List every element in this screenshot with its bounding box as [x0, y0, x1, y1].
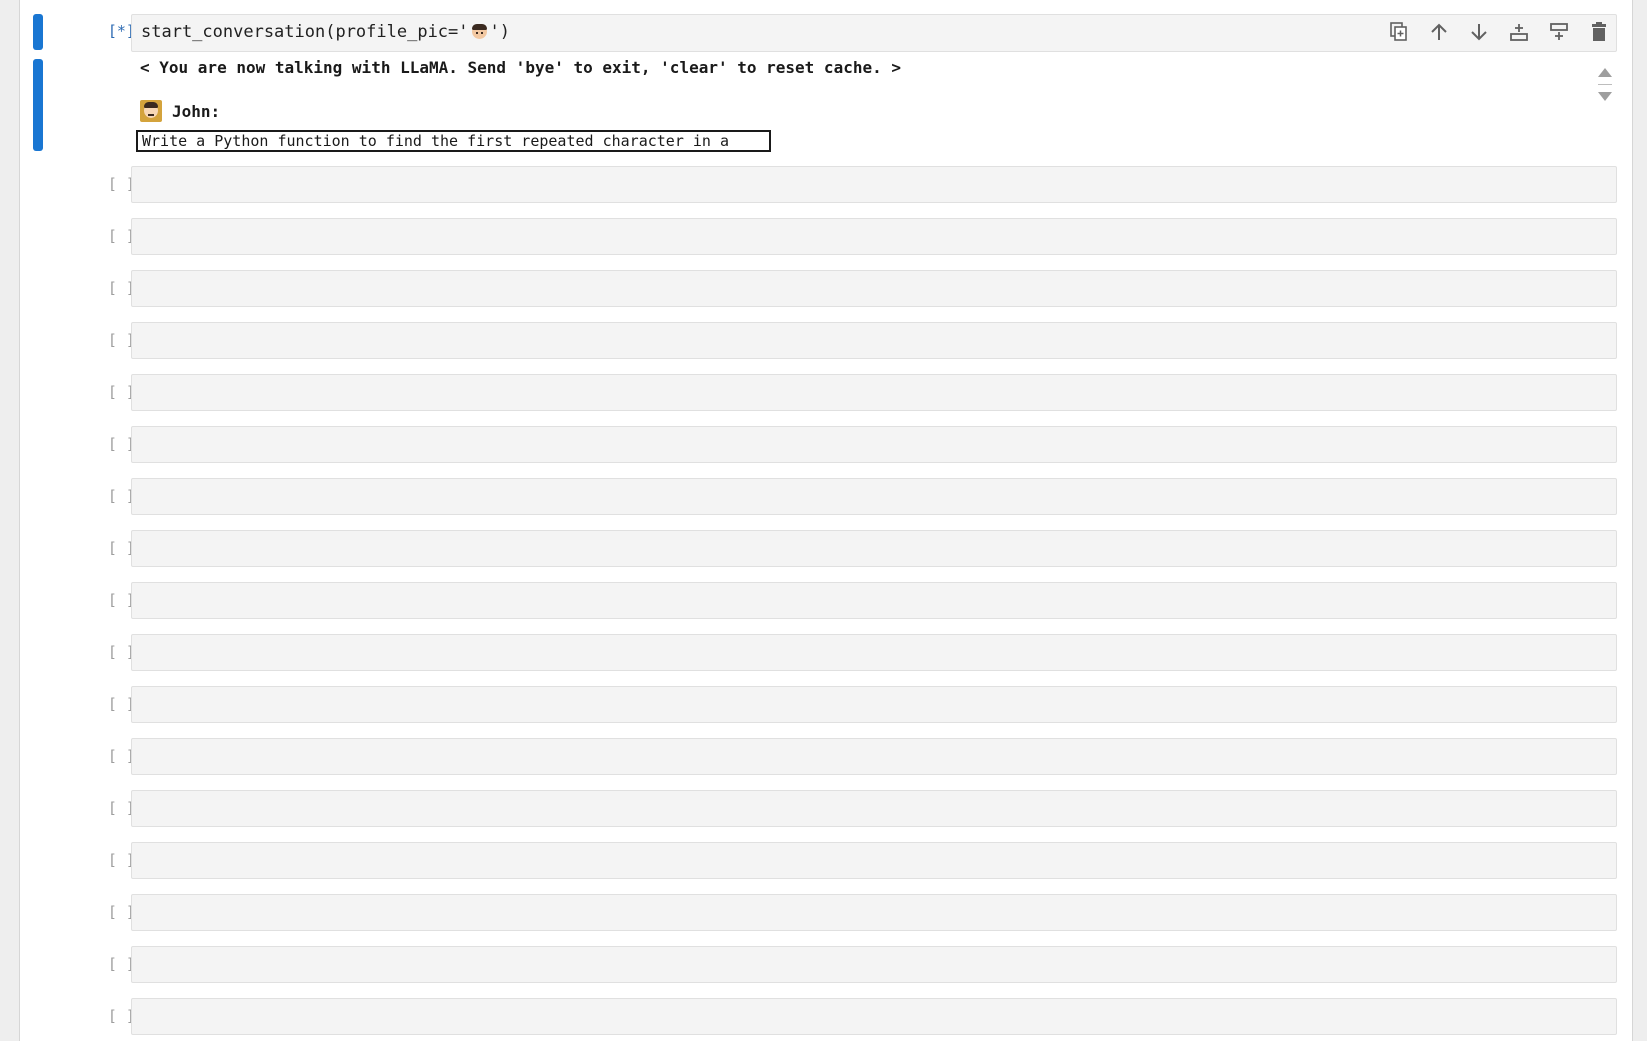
empty-code-cell[interactable] [131, 738, 1617, 775]
cell-toolbar [1388, 21, 1610, 43]
speaker-row: John: [140, 100, 220, 122]
empty-code-cell[interactable] [131, 946, 1617, 983]
empty-code-cell[interactable] [131, 894, 1617, 931]
speaker-name: John: [172, 101, 221, 121]
scroll-down-icon[interactable] [1598, 92, 1612, 101]
man-face-emoji-icon [471, 24, 487, 39]
cell-input-collapser[interactable] [33, 14, 43, 50]
empty-code-cell[interactable] [131, 530, 1617, 567]
empty-code-cell[interactable] [131, 998, 1617, 1035]
code-line[interactable]: start_conversation(profile_pic=' ') [141, 22, 510, 42]
move-up-icon[interactable] [1428, 21, 1450, 43]
empty-code-cell[interactable] [131, 270, 1617, 307]
move-down-icon[interactable] [1468, 21, 1490, 43]
empty-code-cell[interactable] [131, 218, 1617, 255]
man-face-avatar-icon [140, 100, 162, 122]
empty-code-cell[interactable] [131, 426, 1617, 463]
chat-banner: < You are now talking with LLaMA. Send '… [140, 58, 901, 77]
empty-code-cell[interactable] [131, 686, 1617, 723]
scroll-divider [1598, 84, 1612, 85]
active-code-cell[interactable]: start_conversation(profile_pic=' ') [131, 14, 1617, 52]
insert-above-icon[interactable] [1548, 21, 1570, 43]
empty-code-cell[interactable] [131, 374, 1617, 411]
empty-code-cell[interactable] [131, 582, 1617, 619]
code-text-after: ') [489, 22, 510, 42]
cell-output-collapser[interactable] [33, 59, 43, 151]
cell-output: < You are now talking with LLaMA. Send '… [140, 58, 1580, 122]
empty-code-cell[interactable] [131, 478, 1617, 515]
chat-message-input[interactable] [136, 130, 771, 152]
output-scroll-control [1596, 68, 1614, 101]
duplicate-icon[interactable] [1388, 21, 1410, 43]
empty-code-cell[interactable] [131, 842, 1617, 879]
empty-code-cell[interactable] [131, 322, 1617, 359]
code-text-before: start_conversation(profile_pic=' [141, 22, 469, 42]
delete-icon[interactable] [1588, 21, 1610, 43]
scroll-up-icon[interactable] [1598, 68, 1612, 77]
empty-code-cell[interactable] [131, 790, 1617, 827]
insert-below-icon[interactable] [1508, 21, 1530, 43]
empty-code-cell[interactable] [131, 166, 1617, 203]
empty-code-cell[interactable] [131, 634, 1617, 671]
notebook-panel: [*]: start_conversation(profile_pic='') [19, 0, 1633, 1041]
